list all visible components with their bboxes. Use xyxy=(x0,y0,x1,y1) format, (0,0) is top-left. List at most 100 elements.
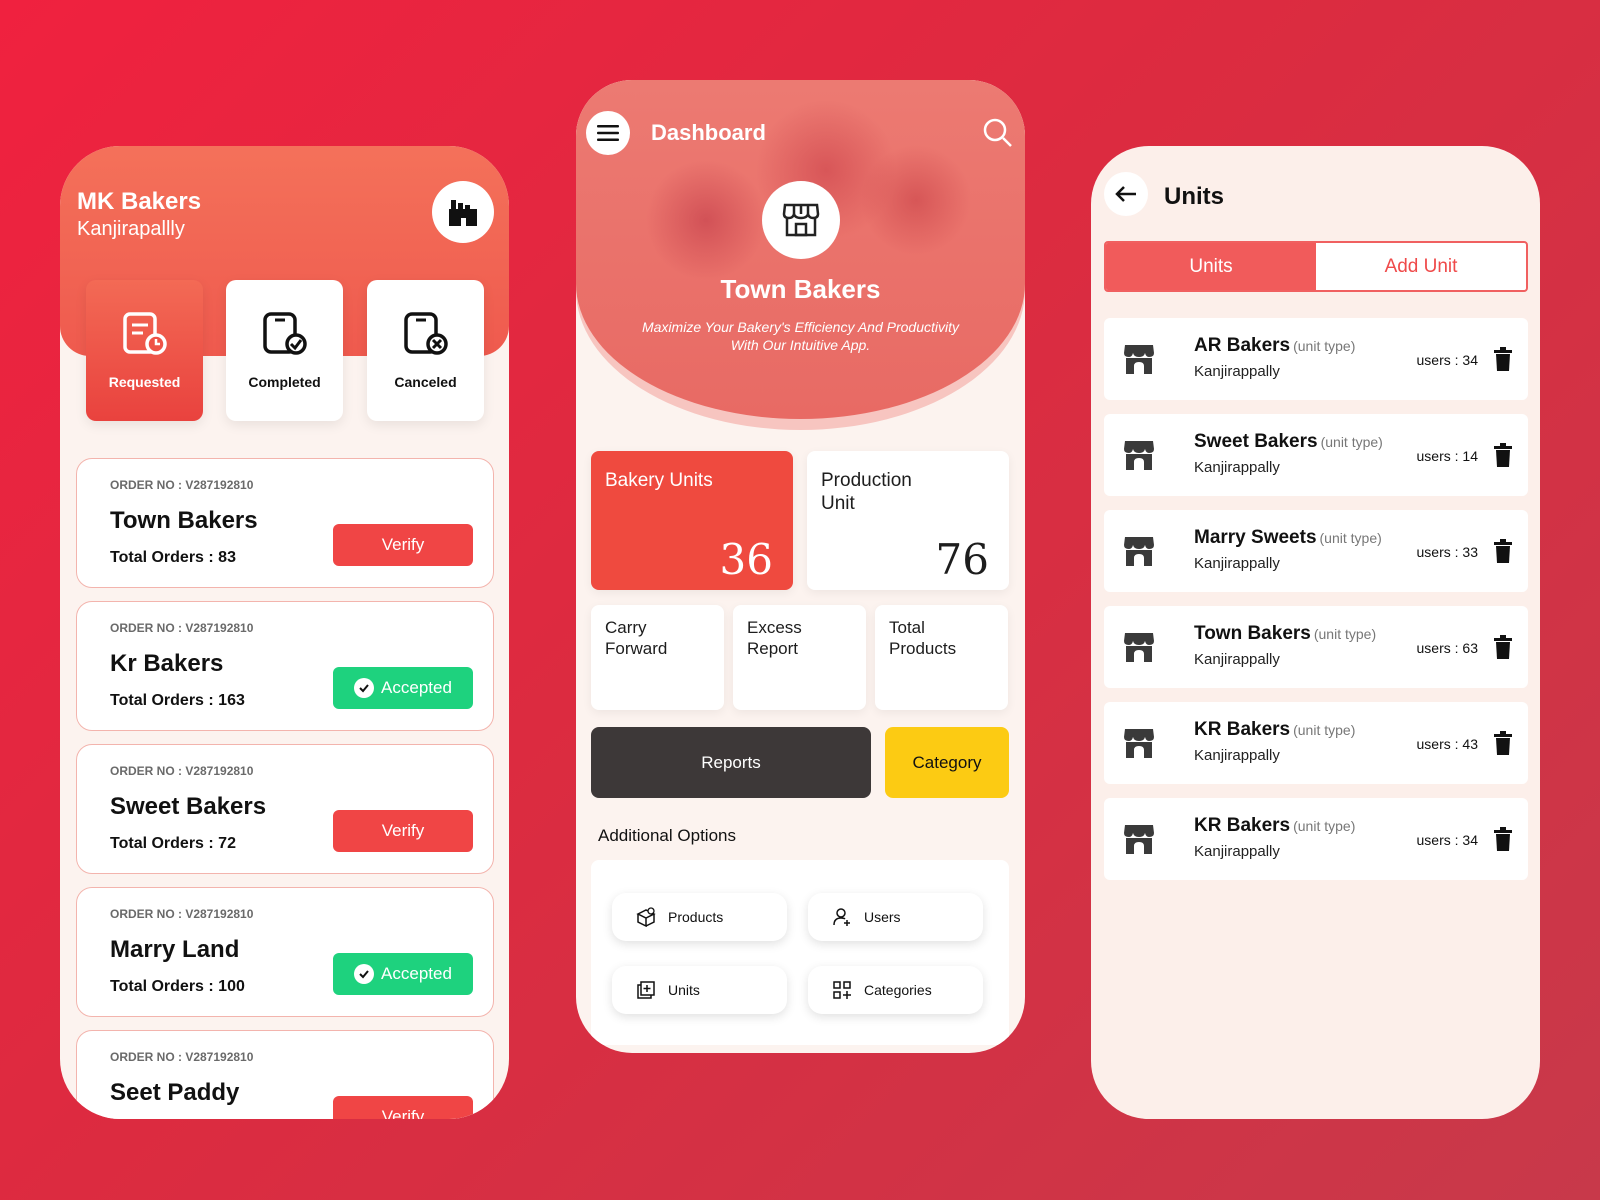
unit-row[interactable]: KR Bakers (unit type) Kanjirappally users :… xyxy=(1104,702,1528,784)
trash-icon[interactable] xyxy=(1494,443,1512,472)
store-icon xyxy=(762,181,840,259)
order-number: ORDER NO : V287192810 xyxy=(110,907,254,921)
back-arrow-icon[interactable] xyxy=(1104,172,1148,216)
bakery-units-card[interactable]: Bakery Units 36 xyxy=(591,451,793,590)
unit-users-count: users : 43 xyxy=(1416,736,1478,752)
additional-options-panel: Products Users Units Categories xyxy=(591,860,1009,1045)
unit-location: Kanjirappally xyxy=(1194,747,1280,764)
accepted-button[interactable]: Accepted xyxy=(333,953,473,995)
order-total: Total Orders : 83 xyxy=(110,549,236,566)
carry-forward-card[interactable]: Carry Forward xyxy=(591,605,724,710)
order-shop-name: Seet Paddy xyxy=(110,1079,240,1106)
unit-location: Kanjirappally xyxy=(1194,459,1280,476)
total-products-label: Total Products xyxy=(889,618,957,658)
production-unit-label: Production Unit xyxy=(821,470,912,514)
order-card[interactable]: ORDER NO : V287192810 Kr Bakers Total Or… xyxy=(76,601,494,731)
check-icon xyxy=(354,964,375,984)
trash-icon[interactable] xyxy=(1494,347,1512,376)
unit-name: Town Bakers (unit type) xyxy=(1194,623,1376,645)
orders-screen: MK Bakers Kanjirapallly Requested Comple… xyxy=(60,146,509,1119)
users-option[interactable]: Users xyxy=(808,893,983,941)
trash-icon[interactable] xyxy=(1494,827,1512,856)
category-button[interactable]: Category xyxy=(885,727,1009,798)
tab-canceled[interactable]: Canceled xyxy=(367,280,484,421)
order-shop-name: Marry Land xyxy=(110,936,240,963)
store-icon xyxy=(1122,726,1156,765)
unit-type: (unit type) xyxy=(1313,626,1377,642)
order-card[interactable]: ORDER NO : V287192810 Town Bakers Total … xyxy=(76,458,494,588)
total-products-card[interactable]: Total Products xyxy=(875,605,1008,710)
order-total: Total Orders : 100 xyxy=(110,978,245,995)
products-option[interactable]: Products xyxy=(612,893,787,941)
units-option-label: Units xyxy=(668,982,700,998)
verify-button[interactable]: Verify xyxy=(333,1096,473,1119)
users-option-label: Users xyxy=(864,909,901,925)
box-icon xyxy=(636,907,656,927)
tab-completed[interactable]: Completed xyxy=(226,280,343,421)
unit-users-count: users : 14 xyxy=(1416,448,1478,464)
verify-button[interactable]: Verify xyxy=(333,524,473,566)
shop-location: Kanjirapallly xyxy=(77,218,185,240)
production-unit-card[interactable]: Production Unit 76 xyxy=(807,451,1009,590)
unit-row[interactable]: Town Bakers (unit type) Kanjirappally users… xyxy=(1104,606,1528,688)
page-title: Dashboard xyxy=(651,120,766,145)
units-option[interactable]: Units xyxy=(612,966,787,1014)
trash-icon[interactable] xyxy=(1494,539,1512,568)
units-tabs: Units Add Unit xyxy=(1104,241,1528,292)
trash-icon[interactable] xyxy=(1494,635,1512,664)
unit-name: KR Bakers (unit type) xyxy=(1194,815,1355,837)
bakery-name: Town Bakers xyxy=(720,274,881,304)
tab-units[interactable]: Units xyxy=(1106,243,1316,290)
unit-row[interactable]: KR Bakers (unit type) Kanjirappally users :… xyxy=(1104,798,1528,880)
check-icon xyxy=(354,678,375,698)
excess-report-label: Excess Report xyxy=(747,618,802,658)
unit-users-count: users : 63 xyxy=(1416,640,1478,656)
unit-name-text: KR Bakers xyxy=(1194,815,1291,836)
tab-requested-label: Requested xyxy=(108,374,181,390)
verify-button[interactable]: Verify xyxy=(333,810,473,852)
unit-location: Kanjirappally xyxy=(1194,843,1280,860)
order-card[interactable]: ORDER NO : V287192810 Marry Land Total O… xyxy=(76,887,494,1017)
bakery-units-value: 36 xyxy=(719,535,773,584)
production-unit-value: 76 xyxy=(935,535,989,584)
unit-row[interactable]: Sweet Bakers (unit type) Kanjirappally user… xyxy=(1104,414,1528,496)
accepted-button[interactable]: Accepted xyxy=(333,667,473,709)
units-screen: Units Units Add Unit AR Bakers (unit type… xyxy=(1091,146,1540,1119)
menu-icon[interactable] xyxy=(586,111,630,155)
unit-users-count: users : 34 xyxy=(1416,352,1478,368)
order-card[interactable]: ORDER NO : V287192810 Seet Paddy Verify xyxy=(76,1030,494,1119)
unit-type: (unit type) xyxy=(1293,722,1356,738)
unit-name: AR Bakers (unit type) xyxy=(1194,335,1355,357)
search-icon[interactable] xyxy=(982,117,1014,154)
unit-name: Sweet Bakers (unit type) xyxy=(1194,431,1383,453)
accepted-label: Accepted xyxy=(381,964,452,983)
factory-icon[interactable] xyxy=(432,181,494,243)
tab-add-unit[interactable]: Add Unit xyxy=(1316,243,1526,290)
unit-users-count: users : 33 xyxy=(1416,544,1478,560)
carry-forward-label: Carry Forward xyxy=(605,618,668,658)
user-add-icon xyxy=(833,908,850,926)
unit-name-text: Sweet Bakers xyxy=(1194,431,1318,452)
accepted-label: Accepted xyxy=(381,678,452,697)
tab-requested[interactable]: Requested xyxy=(86,280,203,421)
order-total: Total Orders : 163 xyxy=(110,692,245,709)
unit-location: Kanjirappally xyxy=(1194,363,1280,380)
bakery-units-label: Bakery Units xyxy=(605,470,713,491)
grid-add-icon xyxy=(833,981,851,999)
excess-report-card[interactable]: Excess Report xyxy=(733,605,866,710)
unit-row[interactable]: AR Bakers (unit type) Kanjirappally users :… xyxy=(1104,318,1528,400)
tab-completed-label: Completed xyxy=(248,374,321,390)
store-icon xyxy=(1122,342,1156,381)
unit-type: (unit type) xyxy=(1293,818,1356,834)
unit-row[interactable]: Marry Sweets (unit type) Kanjirappally user… xyxy=(1104,510,1528,592)
unit-name-text: KR Bakers xyxy=(1194,719,1291,740)
reports-button[interactable]: Reports xyxy=(591,727,871,798)
clipboard-clock-icon xyxy=(122,312,167,355)
store-icon xyxy=(1122,438,1156,477)
categories-option[interactable]: Categories xyxy=(808,966,983,1014)
additional-options-title: Additional Options xyxy=(598,826,736,845)
trash-icon[interactable] xyxy=(1494,731,1512,760)
order-card[interactable]: ORDER NO : V287192810 Sweet Bakers Total… xyxy=(76,744,494,874)
unit-location: Kanjirappally xyxy=(1194,651,1280,668)
page-title: Units xyxy=(1164,183,1224,210)
